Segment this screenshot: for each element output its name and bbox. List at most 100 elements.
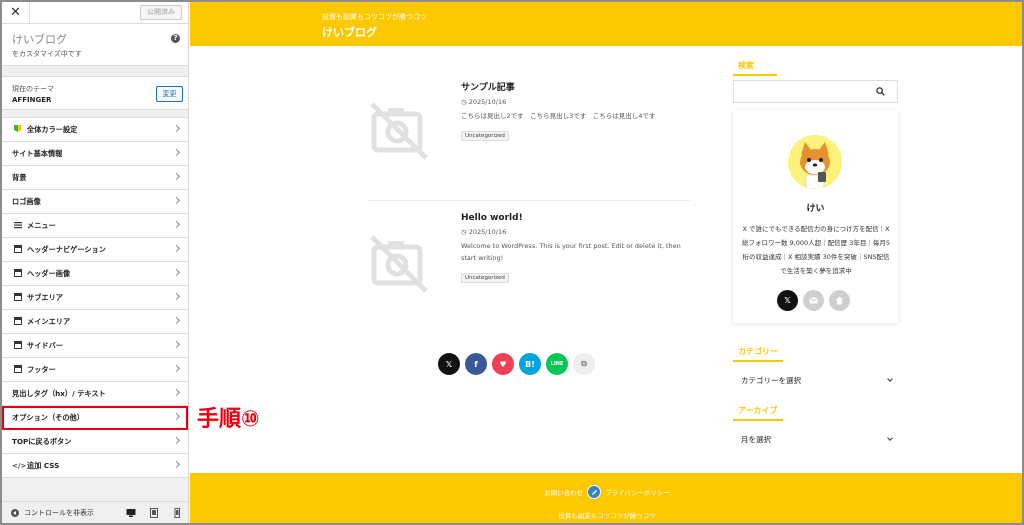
site-header: 投資も副業もコツコツが勝つコツ けいブログ	[190, 2, 1022, 46]
widget-underline	[733, 419, 783, 421]
menu-item-label: サイドバー	[27, 340, 63, 350]
shiba-avatar-icon	[788, 135, 842, 189]
chevron-right-icon	[172, 316, 181, 325]
chevron-down-icon	[887, 435, 893, 441]
menu-item[interactable]: </> 追加 CSS	[2, 454, 188, 478]
category-select[interactable]: カテゴリーを選択	[733, 371, 898, 391]
theme-label: 現在のテーマ	[12, 85, 54, 93]
footer-contact-link[interactable]: お問い合わせ	[544, 487, 583, 497]
clock-icon: ◷	[461, 228, 469, 236]
home-icon[interactable]	[829, 290, 850, 311]
menu-item[interactable]: ヘッダーナビゲーション	[2, 238, 188, 262]
layout-icon	[12, 340, 23, 351]
menu-item-label: メインエリア	[27, 316, 71, 326]
hatena-share-icon[interactable]: B!	[519, 353, 541, 375]
post-date-value: 2025/10/16	[468, 228, 507, 236]
menu-item[interactable]: メニュー	[2, 214, 188, 238]
site-name: けいブログ	[12, 33, 67, 46]
publish-button[interactable]: 公開済み	[140, 5, 182, 20]
menu-item-label: ロゴ画像	[12, 196, 41, 206]
post-divider	[368, 200, 690, 201]
menu-item[interactable]: ロゴ画像	[2, 190, 188, 214]
profile-description: X で誰にでもできる配信力の身につけ方を配信｜X 総フォロワー数 9,000人超…	[741, 225, 890, 275]
menu-item-label: メニュー	[27, 220, 56, 230]
chevron-down-icon	[887, 376, 893, 382]
share-buttons: 𝕏f ♥ B! LINE ⧉	[438, 353, 595, 375]
mail-icon[interactable]	[803, 290, 824, 311]
customizer-info: けいブログ をカスタマイズ中です ?	[2, 24, 188, 66]
desktop-preview-icon[interactable]	[126, 508, 136, 518]
post-title[interactable]: サンプル記事	[461, 80, 691, 93]
menu-item[interactable]: 全体カラー設定	[2, 118, 188, 142]
menu-item[interactable]: フッター	[2, 358, 188, 382]
search-input[interactable]	[733, 80, 898, 103]
line-share-icon[interactable]: LINE	[546, 353, 568, 375]
close-icon[interactable]: ✕	[2, 2, 30, 23]
category-tag[interactable]: Uncategorized	[461, 131, 509, 141]
menu-item-label: オプション（その他）	[12, 412, 84, 422]
x-share-icon[interactable]: 𝕏	[438, 353, 460, 375]
menu-item-label: 背景	[12, 172, 27, 182]
post-date: ◷ 2025/10/16	[461, 228, 691, 236]
post-date: ◷ 2025/10/16	[461, 98, 691, 106]
change-theme-button[interactable]: 変更	[156, 86, 183, 102]
code-icon: </>	[12, 462, 27, 470]
chevron-right-icon	[172, 292, 181, 301]
search-icon[interactable]	[876, 87, 885, 96]
site-title[interactable]: けいブログ	[322, 24, 377, 40]
widget-underline	[733, 74, 777, 76]
archive-select[interactable]: 月を選択	[733, 430, 898, 450]
chevron-right-icon	[172, 388, 181, 397]
menu-icon	[12, 221, 23, 231]
customizer-footer: コントロールを非表示	[2, 501, 188, 523]
menu-item[interactable]: 見出しタグ（hx）/ テキスト	[2, 382, 188, 406]
no-image-icon	[370, 102, 428, 160]
archive-select-value: 月を選択	[741, 435, 771, 444]
customizer-header: ✕ 公開済み	[2, 2, 188, 24]
menu-item[interactable]: サブエリア	[2, 286, 188, 310]
chevron-right-icon	[172, 460, 181, 469]
hide-controls-icon[interactable]	[11, 508, 19, 517]
post-excerpt: Welcome to WordPress. This is your first…	[461, 242, 681, 262]
chevron-right-icon	[172, 148, 181, 157]
footer-links: お問い合わせ プライバシーポリシー	[190, 485, 1022, 499]
menu-item[interactable]: ヘッダー画像	[2, 262, 188, 286]
profile-social-links: 𝕏	[777, 290, 850, 311]
menu-item[interactable]: メインエリア	[2, 310, 188, 334]
help-icon[interactable]: ?	[171, 34, 180, 43]
avatar	[788, 135, 842, 189]
profile-name: けい	[806, 204, 825, 214]
hide-controls-label[interactable]: コントロールを非表示	[24, 508, 94, 518]
menu-item[interactable]: サイト基本情報	[2, 142, 188, 166]
footer-copyright: 投資も副業もコツコツが勝つコツ	[558, 512, 656, 520]
menu-item[interactable]: サイドバー	[2, 334, 188, 358]
x-icon[interactable]: 𝕏	[777, 290, 798, 311]
category-tag[interactable]: Uncategorized	[461, 273, 509, 283]
current-theme: 現在のテーマ AFFINGER 変更	[2, 76, 188, 110]
screenshot-frame: ✕ 公開済み けいブログ をカスタマイズ中です ? 現在のテーマ AFFINGE…	[0, 0, 1024, 525]
chevron-right-icon	[172, 340, 181, 349]
tablet-preview-icon[interactable]	[149, 508, 159, 518]
menu-item[interactable]: TOPに戻るボタン	[2, 430, 188, 454]
facebook-share-icon[interactable]: f	[465, 353, 487, 375]
mobile-preview-icon[interactable]	[172, 508, 182, 518]
step-annotation: 手順⑩	[197, 407, 260, 432]
footer-privacy-link[interactable]: プライバシーポリシー	[605, 487, 670, 497]
post-date-value: 2025/10/16	[468, 98, 507, 106]
theme-name: AFFINGER	[12, 96, 52, 104]
layout-icon	[12, 364, 23, 375]
site-tagline: 投資も副業もコツコツが勝つコツ	[322, 13, 427, 21]
post-title[interactable]: Hello world!	[461, 213, 691, 223]
post-excerpt: こちらは見出し2です こちら見出し3です こちらは見出し4です	[461, 112, 656, 120]
menu-item-label: サブエリア	[27, 292, 63, 302]
chevron-right-icon	[172, 436, 181, 445]
chevron-right-icon	[172, 412, 181, 421]
menu-item[interactable]: オプション（その他）	[2, 406, 188, 430]
menu-item[interactable]: 背景	[2, 166, 188, 190]
widget-underline	[733, 360, 783, 362]
pocket-share-icon[interactable]: ♥	[492, 353, 514, 375]
layout-icon	[12, 268, 23, 279]
copy-share-icon[interactable]: ⧉	[573, 353, 595, 375]
edit-pencil-icon[interactable]	[587, 485, 602, 499]
menu-item-label: 見出しタグ（hx）/ テキスト	[12, 388, 106, 398]
